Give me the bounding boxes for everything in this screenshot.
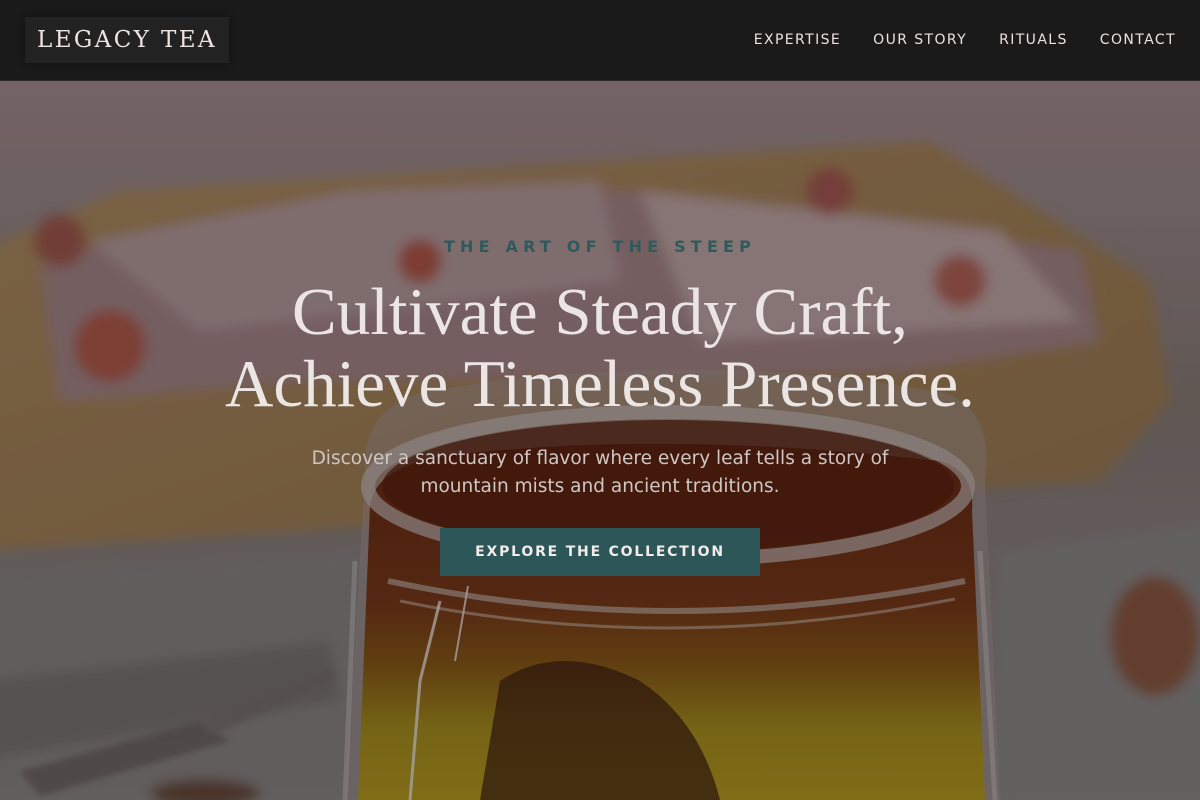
hero-headline-line-1: Cultivate Steady Craft, — [292, 275, 908, 349]
primary-nav: EXPERTISE OUR STORY RITUALS CONTACT — [754, 0, 1176, 80]
hero-subtext: Discover a sanctuary of flavor where eve… — [311, 448, 889, 497]
explore-collection-button[interactable]: EXPLORE THE COLLECTION — [440, 528, 760, 576]
hero-headline: Cultivate Steady Craft, Achieve Timeless… — [0, 276, 1200, 420]
nav-link-rituals[interactable]: RITUALS — [999, 32, 1068, 48]
landing-page: LEGACY TEA EXPERTISE OUR STORY RITUALS C… — [0, 0, 1200, 800]
hero-eyebrow: THE ART OF THE STEEP — [443, 237, 757, 256]
hero-section: THE ART OF THE STEEP Cultivate Steady Cr… — [0, 81, 1200, 800]
top-navigation-bar: LEGACY TEA EXPERTISE OUR STORY RITUALS C… — [0, 0, 1200, 81]
nav-link-contact[interactable]: CONTACT — [1100, 32, 1176, 48]
brand-logo[interactable]: LEGACY TEA — [25, 17, 229, 63]
nav-link-expertise[interactable]: EXPERTISE — [754, 32, 841, 48]
hero-headline-line-2: Achieve Timeless Presence. — [225, 347, 975, 421]
nav-link-our-story[interactable]: OUR STORY — [873, 32, 967, 48]
hero-content: THE ART OF THE STEEP Cultivate Steady Cr… — [0, 81, 1200, 800]
